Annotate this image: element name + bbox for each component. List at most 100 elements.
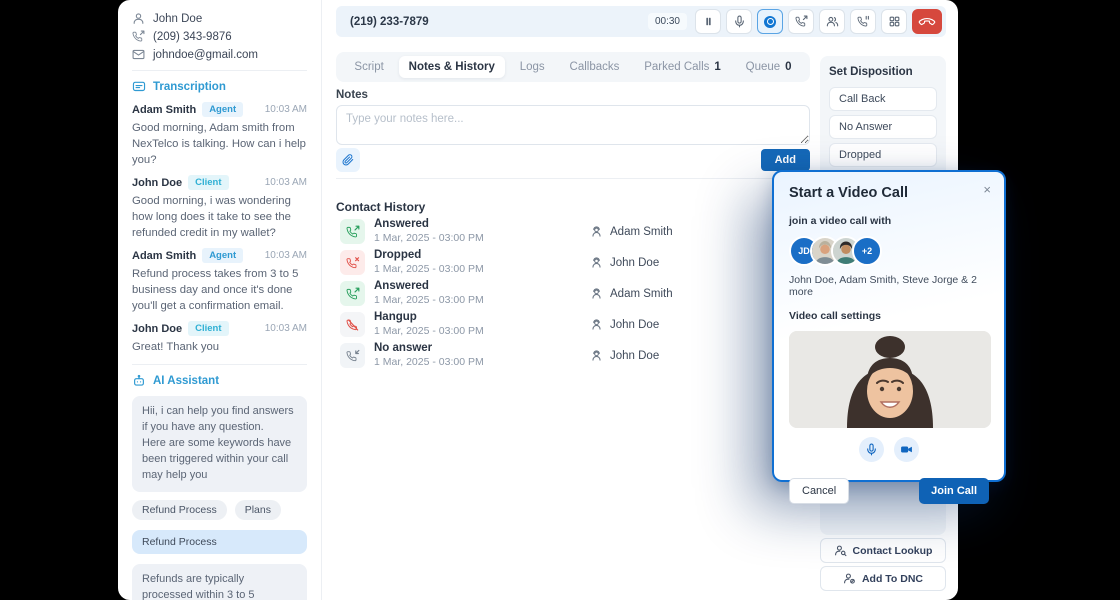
- user-icon: [132, 12, 145, 25]
- message-text: Good morning, i was wondering how long d…: [132, 193, 307, 241]
- tab-label: Logs: [520, 61, 545, 73]
- ai-intro-bubble: Hii, i can help you find answers if you …: [132, 396, 307, 492]
- transcript-list: Adam Smith Agent 10:03 AM Good morning, …: [132, 102, 307, 355]
- call-header-bar: (219) 233-7879 00:30: [336, 6, 946, 37]
- mic-toggle-button[interactable]: [859, 437, 884, 462]
- tab-notes-history[interactable]: Notes & History: [399, 56, 505, 78]
- page-background: John Doe (209) 343-9876 johndoe@gmail.co…: [0, 0, 1120, 600]
- phone-dropped-icon: [340, 250, 365, 275]
- message-time: 10:03 AM: [265, 104, 307, 115]
- transcript-message: Adam Smith Agent 10:03 AM Good morning, …: [132, 102, 307, 168]
- transcript-icon: [132, 80, 146, 94]
- hangup-icon: [920, 15, 934, 29]
- message-time: 10:03 AM: [265, 323, 307, 334]
- add-note-button[interactable]: Add: [761, 149, 810, 171]
- transcript-message: John Doe Client 10:03 AM Great! Thank yo…: [132, 321, 307, 355]
- agent-name: John Doe: [610, 319, 659, 331]
- user-search-icon: [834, 544, 847, 557]
- join-with-label: join a video call with: [789, 215, 989, 227]
- dialpad-icon: [888, 15, 901, 28]
- contact-email: johndoe@gmail.com: [153, 49, 258, 61]
- paperclip-icon: [342, 154, 354, 166]
- role-badge: Agent: [202, 102, 243, 117]
- keyword-chips: Refund Process Plans: [132, 500, 307, 520]
- call-controls: [695, 9, 942, 34]
- tab-logs[interactable]: Logs: [510, 56, 555, 78]
- pause-button[interactable]: [695, 9, 721, 34]
- join-call-button[interactable]: Join Call: [919, 478, 989, 504]
- phone-answered-icon: [340, 219, 365, 244]
- disposition-option-call-back[interactable]: Call Back: [829, 87, 937, 111]
- message-author: Adam Smith: [132, 250, 196, 262]
- cancel-button[interactable]: Cancel: [789, 478, 849, 504]
- headset-icon: [590, 318, 603, 331]
- history-row: No answer1 Mar, 2025 - 03:00 PM John Doe: [336, 340, 810, 371]
- headset-icon: [590, 256, 603, 269]
- tab-script[interactable]: Script: [344, 56, 393, 78]
- mic-icon: [865, 443, 878, 456]
- tab-queue[interactable]: Queue0: [736, 56, 802, 78]
- conference-button[interactable]: [819, 9, 845, 34]
- notes-textarea[interactable]: [336, 105, 810, 145]
- message-author: Adam Smith: [132, 104, 196, 116]
- history-status: Dropped: [374, 249, 484, 263]
- history-agent: John Doe: [590, 318, 659, 331]
- video-settings-label: Video call settings: [789, 310, 989, 322]
- participant-avatars: JD +2: [789, 236, 989, 266]
- history-row: Answered1 Mar, 2025 - 03:00 PM Adam Smit…: [336, 278, 810, 309]
- hangup-button[interactable]: [912, 9, 942, 34]
- message-time: 10:03 AM: [265, 250, 307, 261]
- transcription-header: Transcription: [132, 80, 307, 94]
- tab-parked-calls[interactable]: Parked Calls1: [634, 56, 731, 78]
- divider: [132, 364, 307, 365]
- history-agent: John Doe: [590, 256, 659, 269]
- transcription-title: Transcription: [153, 81, 226, 93]
- role-badge: Client: [188, 175, 228, 190]
- message-text: Great! Thank you: [132, 339, 307, 355]
- disposition-option-dropped[interactable]: Dropped: [829, 143, 937, 167]
- phone-hangup-icon: [340, 312, 365, 337]
- keyword-chip[interactable]: Plans: [235, 500, 281, 520]
- contact-lookup-label: Contact Lookup: [853, 545, 933, 557]
- dialpad-button[interactable]: [881, 9, 907, 34]
- role-badge: Client: [188, 321, 228, 336]
- transfer-call-button[interactable]: [788, 9, 814, 34]
- record-button[interactable]: [757, 9, 783, 34]
- notes-footer: Add: [336, 148, 810, 172]
- contact-email-row: johndoe@gmail.com: [132, 48, 307, 61]
- disposition-option-no-answer[interactable]: No Answer: [829, 115, 937, 139]
- history-row: Dropped1 Mar, 2025 - 03:00 PM John Doe: [336, 247, 810, 278]
- history-row: Answered1 Mar, 2025 - 03:00 PM Adam Smit…: [336, 216, 810, 247]
- selected-keyword[interactable]: Refund Process: [132, 530, 307, 554]
- add-to-dnc-button[interactable]: Add To DNC: [820, 566, 946, 591]
- contact-history-title: Contact History: [336, 200, 425, 214]
- headset-icon: [590, 225, 603, 238]
- agent-name: Adam Smith: [610, 226, 673, 238]
- ai-assistant-header: AI Assistant: [132, 374, 307, 388]
- camera-toggle-button[interactable]: [894, 437, 919, 462]
- history-datetime: 1 Mar, 2025 - 03:00 PM: [374, 294, 484, 307]
- history-row: Hangup1 Mar, 2025 - 03:00 PM John Doe: [336, 309, 810, 340]
- message-author: John Doe: [132, 323, 182, 335]
- call-timer: 00:30: [648, 13, 687, 30]
- close-icon[interactable]: ×: [983, 183, 991, 196]
- tab-callbacks[interactable]: Callbacks: [560, 56, 630, 78]
- mute-button[interactable]: [726, 9, 752, 34]
- camera-preview: [789, 331, 991, 428]
- keyword-chip[interactable]: Refund Process: [132, 500, 227, 520]
- tab-label: Notes & History: [409, 61, 495, 73]
- conference-icon: [826, 15, 839, 28]
- history-agent: John Doe: [590, 349, 659, 362]
- tab-label: Script: [354, 61, 383, 73]
- contact-history-list: Answered1 Mar, 2025 - 03:00 PM Adam Smit…: [336, 216, 810, 371]
- history-datetime: 1 Mar, 2025 - 03:00 PM: [374, 325, 484, 338]
- set-disposition-title: Set Disposition: [829, 66, 937, 78]
- history-datetime: 1 Mar, 2025 - 03:00 PM: [374, 356, 484, 369]
- mic-icon: [733, 15, 746, 28]
- user-block-icon: [843, 572, 856, 585]
- tab-count: 0: [785, 61, 791, 73]
- mail-icon: [132, 48, 145, 61]
- contact-lookup-button[interactable]: Contact Lookup: [820, 538, 946, 563]
- hold-call-button[interactable]: [850, 9, 876, 34]
- attach-button[interactable]: [336, 148, 360, 172]
